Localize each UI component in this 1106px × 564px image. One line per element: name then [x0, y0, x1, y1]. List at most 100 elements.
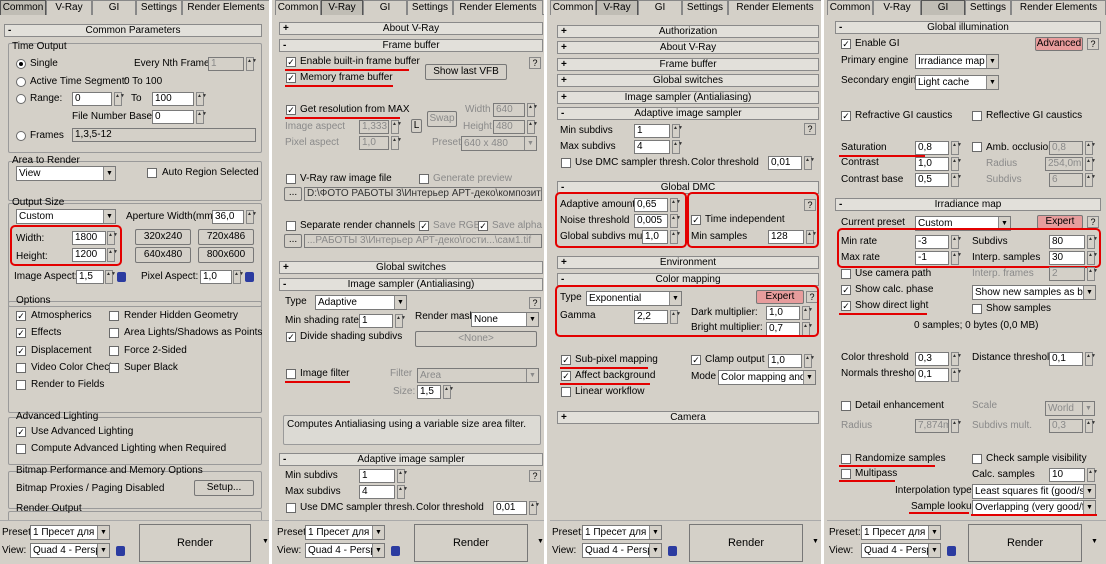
channels-path-field[interactable]: ...РАБОТЫ 3\Интерьер АРТ-деко\гости...\с… — [304, 234, 542, 248]
pixel-lock-icon[interactable] — [245, 272, 254, 282]
range-from-field[interactable]: 0 — [72, 92, 112, 106]
frames-field[interactable]: 1,3,5-12 — [72, 128, 256, 142]
file-number-base-spinner[interactable]: ▲▼ — [196, 110, 207, 124]
rollout-image-sampler[interactable]: - Image sampler (Antialiasing) — [279, 278, 543, 291]
active-segment-radio[interactable] — [16, 77, 26, 87]
ir-color-threshold-field[interactable]: 0,3 — [915, 352, 949, 366]
affect-bg-checkbox[interactable]: ✓ — [561, 371, 571, 381]
min-shading-field[interactable]: 1 — [359, 314, 393, 328]
tab-vray[interactable]: V-Ray — [46, 0, 92, 15]
color-threshold-field[interactable]: 0,01 — [768, 156, 802, 170]
show-direct-checkbox[interactable]: ✓ — [841, 301, 851, 311]
range-to-spinner[interactable]: ▲▼ — [196, 92, 207, 106]
tab-settings[interactable]: Settings — [965, 0, 1011, 15]
interp-type-select[interactable]: Least squares fit (good/sm ▼ — [972, 484, 1096, 499]
fb-width-spinner[interactable]: ▲▼ — [527, 103, 538, 117]
save-rgb-checkbox[interactable]: ✓ — [419, 221, 429, 231]
raw-path-field[interactable]: D:\ФОТО РАБОТЫ 3\Интерьер АРТ-деко\компо… — [304, 187, 542, 201]
range-radio[interactable] — [16, 94, 26, 104]
file-number-base-field[interactable]: 0 — [152, 110, 194, 124]
atmospherics-checkbox[interactable]: ✓ — [16, 311, 26, 321]
rollout-adaptive-sampler[interactable]: - Adaptive image sampler — [279, 453, 543, 466]
view-select[interactable]: Quad 4 - Perspe ▼ — [861, 543, 941, 558]
subdivs-mult-field[interactable]: 0,3 — [1049, 419, 1083, 433]
show-samples-checkbox[interactable] — [972, 304, 982, 314]
output-size-select[interactable]: Custom ▼ — [16, 209, 116, 224]
render-mask-select[interactable]: None ▼ — [471, 312, 539, 327]
tab-render-elements[interactable]: Render Elements — [182, 0, 269, 15]
help-icon[interactable]: ? — [1087, 38, 1099, 50]
size-field[interactable]: 1,5 — [417, 385, 441, 399]
mode-select[interactable]: Color mapping and g ▼ — [718, 370, 816, 385]
fb-height-spinner[interactable]: ▲▼ — [527, 120, 538, 134]
area-lights-checkbox[interactable] — [109, 328, 119, 338]
rollout-frame-buffer[interactable]: + Frame buffer — [557, 58, 819, 71]
ao-radius-spinner[interactable]: ▲▼ — [1085, 157, 1096, 171]
randomize-checkbox[interactable] — [841, 454, 851, 464]
swap-button[interactable]: Swap — [427, 111, 457, 127]
tab-vray[interactable]: V-Ray — [321, 0, 363, 15]
tab-render-elements[interactable]: Render Elements — [1011, 0, 1106, 15]
preset-select[interactable]: 1 Пресет для и ▼ — [305, 525, 385, 540]
saturation-field[interactable]: 0,8 — [915, 141, 949, 155]
rollout-common-parameters[interactable]: - Common Parameters — [4, 24, 262, 37]
interp-frames-field[interactable]: 2 — [1049, 267, 1085, 281]
every-nth-field[interactable]: 1 — [208, 57, 244, 71]
pixel-aspect-field[interactable]: 1,0 — [200, 270, 232, 284]
save-alpha-checkbox[interactable]: ✓ — [478, 221, 488, 231]
rollout-adaptive-sampler[interactable]: - Adaptive image sampler — [557, 107, 819, 120]
reflective-checkbox[interactable] — [972, 111, 982, 121]
distance-threshold-field[interactable]: 0,1 — [1049, 352, 1083, 366]
separate-channels-checkbox[interactable] — [286, 221, 296, 231]
show-last-vfb-button[interactable]: Show last VFB — [425, 64, 507, 80]
rollout-authorization[interactable]: + Authorization — [557, 25, 819, 38]
fb-pixel-aspect-spinner[interactable]: ▲▼ — [391, 136, 402, 150]
show-new-samples-select[interactable]: Show new samples as brigl ▼ — [972, 285, 1096, 300]
rollout-environment[interactable]: + Environment — [557, 256, 819, 269]
preset-800x600-button[interactable]: 800x600 — [198, 247, 254, 263]
rollout-global-illumination[interactable]: - Global illumination — [835, 21, 1101, 34]
image-aspect-field[interactable]: 1,5 — [76, 270, 104, 284]
render-fields-checkbox[interactable] — [16, 380, 26, 390]
render-button[interactable]: Render — [414, 524, 528, 562]
tab-gi[interactable]: GI — [921, 0, 965, 15]
amb-occlusion-spinner[interactable]: ▲▼ — [1085, 141, 1096, 155]
tab-vray[interactable]: V-Ray — [873, 0, 921, 15]
render-button[interactable]: Render — [968, 524, 1082, 562]
aperture-field[interactable]: 36,0 — [212, 210, 244, 224]
view-select[interactable]: Quad 4 - Perspe ▼ — [30, 543, 110, 558]
rollout-frame-buffer[interactable]: - Frame buffer — [279, 39, 543, 52]
view-lock-icon[interactable] — [391, 546, 400, 556]
rollout-about-vray[interactable]: + About V-Ray — [557, 41, 819, 54]
raw-file-checkbox[interactable] — [286, 174, 296, 184]
size-spinner[interactable]: ▲▼ — [443, 385, 454, 399]
render-dropdown-icon[interactable]: ▼ — [812, 536, 819, 548]
min-subdivs-field[interactable]: 1 — [634, 124, 670, 138]
advanced-button[interactable]: Advanced — [1035, 37, 1083, 51]
filter-select[interactable]: Area ▼ — [417, 368, 539, 383]
help-icon[interactable]: ? — [529, 297, 541, 309]
contrast-spinner[interactable]: ▲▼ — [951, 157, 962, 171]
rollout-irradiance-map[interactable]: - Irradiance map — [835, 198, 1101, 211]
de-radius-field[interactable]: 7,874m — [915, 419, 949, 433]
ao-radius-field[interactable]: 254,0m — [1045, 157, 1083, 171]
amb-occlusion-checkbox[interactable] — [972, 142, 982, 152]
max-subdivs-spinner[interactable]: ▲▼ — [672, 140, 683, 154]
single-radio[interactable] — [16, 59, 26, 69]
color-threshold-spinner[interactable]: ▲▼ — [804, 156, 815, 170]
rollout-camera[interactable]: + Camera — [557, 411, 819, 424]
tab-common[interactable]: Common — [550, 0, 596, 15]
tab-gi[interactable]: GI — [363, 0, 407, 15]
tab-render-elements[interactable]: Render Elements — [453, 0, 543, 15]
enable-gi-checkbox[interactable]: ✓ — [841, 39, 851, 49]
tab-render-elements[interactable]: Render Elements — [728, 0, 821, 15]
compute-adv-lighting-checkbox[interactable] — [16, 444, 26, 454]
divide-shading-checkbox[interactable]: ✓ — [286, 332, 296, 342]
tab-gi[interactable]: GI — [92, 0, 136, 15]
linear-workflow-checkbox[interactable] — [561, 387, 571, 397]
view-lock-icon[interactable] — [947, 546, 956, 556]
multipass-checkbox[interactable] — [841, 469, 851, 479]
saturation-spinner[interactable]: ▲▼ — [951, 141, 962, 155]
lock-icon[interactable] — [117, 272, 126, 282]
video-color-checkbox[interactable] — [16, 363, 26, 373]
